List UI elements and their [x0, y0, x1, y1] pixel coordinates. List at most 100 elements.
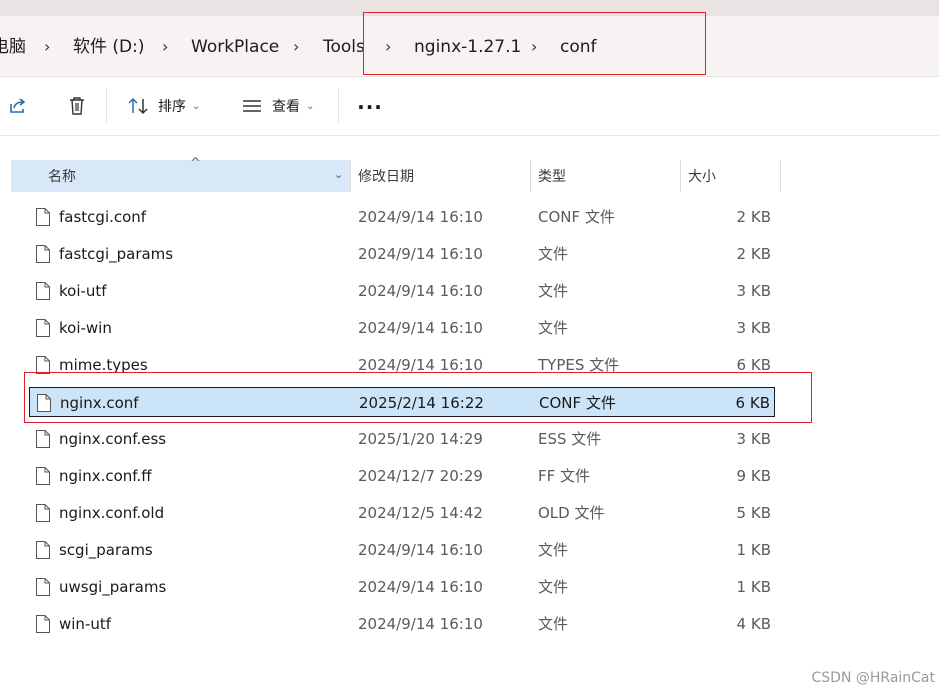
file-modified-date: 2024/12/7 20:29	[358, 467, 483, 485]
file-icon	[36, 504, 50, 522]
file-icon	[36, 319, 50, 337]
file-modified-date: 2024/9/14 16:10	[358, 578, 483, 596]
column-date-label: 修改日期	[358, 169, 414, 185]
file-size: 1 KB	[736, 541, 771, 559]
file-size: 4 KB	[736, 615, 771, 633]
file-type: 文件	[538, 578, 569, 596]
breadcrumb-this-pc[interactable]: 电脑	[0, 36, 26, 58]
column-name-label: 名称	[48, 169, 76, 185]
view-label: 查看	[272, 99, 300, 115]
file-modified-date: 2024/9/14 16:10	[358, 245, 483, 263]
file-name: nginx.conf.ess	[59, 430, 167, 448]
breadcrumb-workplace[interactable]: WorkPlace	[191, 36, 279, 58]
sort-icon	[128, 97, 148, 115]
column-type-label: 类型	[538, 169, 566, 185]
file-type: CONF 文件	[538, 208, 615, 226]
file-modified-date: 2024/9/14 16:10	[358, 541, 483, 559]
file-icon	[36, 245, 50, 263]
file-icon	[36, 282, 50, 300]
file-type: 文件	[538, 541, 569, 559]
file-icon	[36, 208, 50, 226]
file-size: 9 KB	[736, 467, 771, 485]
address-bar[interactable]: 电脑 › 软件 (D:) › WorkPlace › Tools › nginx…	[0, 16, 939, 77]
file-row[interactable]: nginx.conf.ff 2024/12/7 20:29 FF 文件 9 KB	[29, 461, 775, 491]
view-icon	[243, 100, 261, 112]
toolbar-divider	[338, 89, 339, 123]
file-icon	[36, 467, 50, 485]
file-row[interactable]: fastcgi.conf 2024/9/14 16:10 CONF 文件 2 KB	[29, 202, 775, 232]
file-row[interactable]: mime.types 2024/9/14 16:10 TYPES 文件 6 KB	[29, 350, 775, 380]
breadcrumb-separator-icon[interactable]: ›	[531, 36, 537, 58]
column-header-size[interactable]: 大小	[681, 160, 780, 192]
file-icon	[36, 578, 50, 596]
column-header-name[interactable]: 名称	[11, 160, 350, 192]
file-icon	[36, 430, 50, 448]
file-name: fastcgi.conf	[59, 208, 147, 226]
file-type: FF 文件	[538, 467, 591, 485]
file-row[interactable]: nginx.conf.ess 2025/1/20 14:29 ESS 文件 3 KB	[29, 424, 775, 454]
sort-ascending-icon: ^	[190, 156, 201, 171]
column-divider[interactable]	[780, 160, 781, 192]
file-size: 3 KB	[736, 319, 771, 337]
sort-label: 排序	[158, 99, 186, 115]
file-row[interactable]: nginx.conf.old 2024/12/5 14:42 OLD 文件 5 KB	[29, 498, 775, 528]
file-name: win-utf	[59, 615, 112, 633]
chevron-down-icon: ⌄	[306, 100, 315, 112]
file-modified-date: 2024/9/14 16:10	[358, 615, 483, 633]
column-size-label: 大小	[688, 169, 716, 185]
share-icon	[10, 98, 26, 113]
file-icon	[36, 541, 50, 559]
file-size: 6 KB	[735, 394, 770, 412]
file-type: CONF 文件	[539, 394, 616, 412]
column-header-date[interactable]: 修改日期	[351, 160, 530, 192]
file-type: 文件	[538, 319, 569, 337]
file-icon	[36, 615, 50, 633]
breadcrumb-tools[interactable]: Tools	[323, 36, 365, 58]
file-name: scgi_params	[59, 541, 153, 559]
file-row[interactable]: win-utf 2024/9/14 16:10 文件 4 KB	[29, 609, 775, 639]
file-row[interactable]: fastcgi_params 2024/9/14 16:10 文件 2 KB	[29, 239, 775, 269]
file-size: 2 KB	[736, 208, 771, 226]
file-size: 2 KB	[736, 245, 771, 263]
file-modified-date: 2024/9/14 16:10	[358, 282, 483, 300]
title-strip	[0, 0, 939, 16]
file-row[interactable]: uwsgi_params 2024/9/14 16:10 文件 1 KB	[29, 572, 775, 602]
toolbar-divider	[106, 89, 107, 123]
breadcrumb-drive-d[interactable]: 软件 (D:)	[73, 36, 145, 58]
file-icon	[37, 394, 51, 412]
file-type: 文件	[538, 245, 569, 263]
file-size: 5 KB	[736, 504, 771, 522]
file-modified-date: 2025/2/14 16:22	[359, 394, 484, 412]
file-type: 文件	[538, 615, 569, 633]
file-icon	[36, 356, 50, 374]
file-size: 6 KB	[736, 356, 771, 374]
breadcrumb-separator-icon[interactable]: ›	[162, 36, 168, 58]
more-icon: ...	[357, 90, 383, 114]
file-size: 3 KB	[736, 430, 771, 448]
file-modified-date: 2024/9/14 16:10	[358, 208, 483, 226]
share-button[interactable]	[4, 77, 32, 135]
content-top-space	[0, 136, 939, 160]
file-row[interactable]: scgi_params 2024/9/14 16:10 文件 1 KB	[29, 535, 775, 565]
delete-button[interactable]	[62, 77, 92, 135]
file-name: koi-utf	[59, 282, 107, 300]
chevron-down-icon: ⌄	[192, 100, 201, 112]
file-row[interactable]: koi-win 2024/9/14 16:10 文件 3 KB	[29, 313, 775, 343]
trash-icon	[70, 97, 84, 115]
file-row[interactable]: koi-utf 2024/9/14 16:10 文件 3 KB	[29, 276, 775, 306]
breadcrumb-separator-icon[interactable]: ›	[293, 36, 299, 58]
file-type: OLD 文件	[538, 504, 605, 522]
breadcrumb-nginx[interactable]: nginx-1.27.1	[414, 36, 521, 58]
column-filter-chevron-icon[interactable]: ⌄	[334, 168, 343, 181]
more-options-button[interactable]: ...	[354, 77, 386, 135]
breadcrumb-separator-icon[interactable]: ›	[44, 36, 50, 58]
file-row-selected[interactable]: nginx.conf 2025/2/14 16:22 CONF 文件 6 KB	[29, 387, 775, 417]
sort-button[interactable]: 排序 ⌄	[128, 77, 210, 135]
file-name: koi-win	[59, 319, 112, 337]
breadcrumb-conf[interactable]: conf	[560, 36, 597, 58]
file-name: nginx.conf.old	[59, 504, 165, 522]
view-button[interactable]: 查看 ⌄	[242, 77, 322, 135]
breadcrumb-separator-icon[interactable]: ›	[385, 36, 391, 58]
column-header-type[interactable]: 类型	[531, 160, 680, 192]
file-modified-date: 2025/1/20 14:29	[358, 430, 483, 448]
